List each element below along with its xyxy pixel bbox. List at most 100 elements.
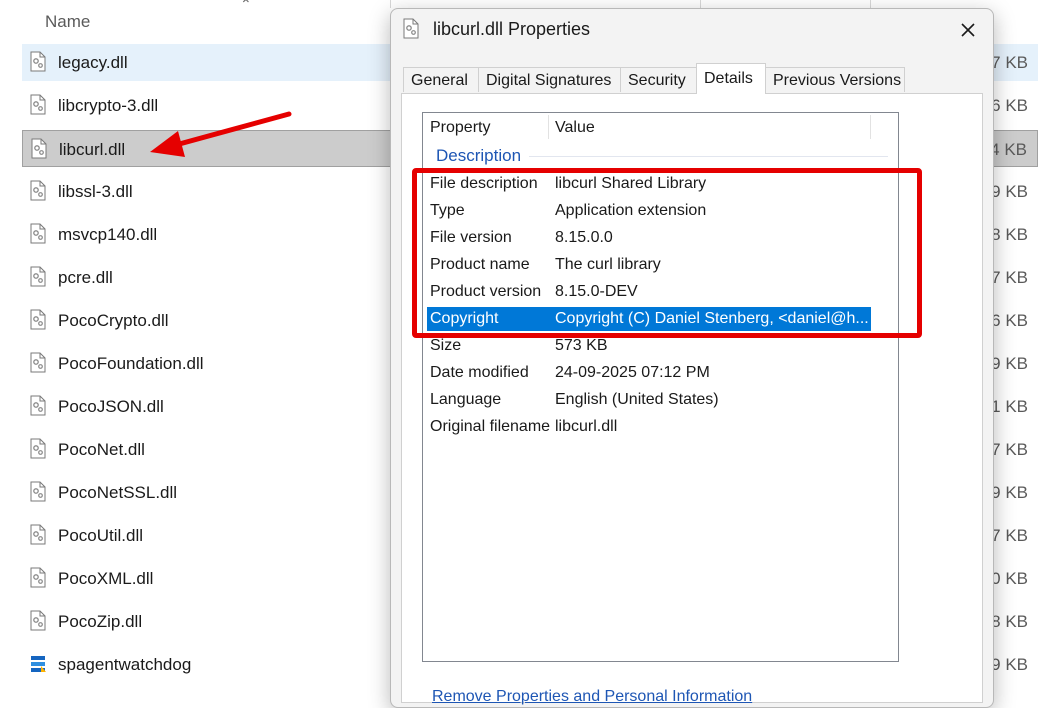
file-name: PocoNet.dll xyxy=(58,440,145,459)
list-header: Property Value xyxy=(423,113,898,141)
tab-general[interactable]: General xyxy=(403,67,479,92)
gear-file-icon xyxy=(31,138,47,159)
close-button[interactable] xyxy=(955,17,981,43)
gear-file-icon xyxy=(30,180,46,201)
gear-file-icon xyxy=(30,266,46,287)
group-description: Description xyxy=(423,143,898,169)
property-name: Language xyxy=(430,391,502,408)
gear-file-icon xyxy=(30,481,46,502)
file-size: 7 KB xyxy=(991,440,1028,459)
property-list[interactable]: Property Value Description File descript… xyxy=(422,112,899,662)
tab-details[interactable]: Details xyxy=(696,63,766,94)
file-size: 7 KB xyxy=(991,526,1028,545)
gear-file-icon xyxy=(30,309,46,330)
gear-file-icon xyxy=(30,567,46,588)
file-size: 7 KB xyxy=(991,268,1028,287)
property-name: File description xyxy=(430,175,538,192)
remove-properties-link[interactable]: Remove Properties and Personal Informati… xyxy=(432,688,752,706)
gear-file-icon xyxy=(30,94,46,115)
dialog-title: libcurl.dll Properties xyxy=(433,19,591,39)
gear-file-icon xyxy=(30,610,46,631)
close-icon xyxy=(961,23,975,37)
property-value: 573 KB xyxy=(555,337,608,354)
file-size: 7 KB xyxy=(991,53,1028,72)
column-separator[interactable] xyxy=(390,0,391,8)
property-row[interactable]: Original filename libcurl.dll xyxy=(427,415,871,439)
column-header-name[interactable]: Name xyxy=(45,12,90,32)
property-name: Product name xyxy=(430,256,530,273)
property-value: libcurl.dll xyxy=(555,418,618,435)
property-value: libcurl Shared Library xyxy=(555,175,707,192)
file-name: pcre.dll xyxy=(58,268,113,287)
property-value: English (United States) xyxy=(555,391,719,408)
property-row[interactable]: Product name The curl library xyxy=(427,253,871,277)
property-row[interactable]: File version 8.15.0.0 xyxy=(427,226,871,250)
property-name: Product version xyxy=(430,283,542,300)
property-value: 8.15.0.0 xyxy=(555,229,613,246)
sort-ascending-icon: ⌃ xyxy=(240,0,252,12)
property-value: Application extension xyxy=(555,202,707,219)
file-name: PocoUtil.dll xyxy=(58,526,144,545)
file-size: 6 KB xyxy=(991,311,1028,330)
file-name: PocoXML.dll xyxy=(58,569,154,588)
gear-file-icon xyxy=(30,395,46,416)
property-value: 24-09-2025 07:12 PM xyxy=(555,364,710,381)
header-value[interactable]: Value xyxy=(555,119,595,137)
property-value: Copyright (C) Daniel Stenberg, <daniel@h… xyxy=(555,310,869,327)
file-size: 9 KB xyxy=(991,655,1028,674)
gear-file-icon xyxy=(30,352,46,373)
file-name: msvcp140.dll xyxy=(58,225,158,244)
file-name: spagentwatchdog xyxy=(58,655,192,674)
file-size: 9 KB xyxy=(991,182,1028,201)
property-name: Type xyxy=(430,202,465,219)
gear-file-icon xyxy=(30,223,46,244)
file-size: 8 KB xyxy=(991,612,1028,631)
property-value: 8.15.0-DEV xyxy=(555,283,638,300)
file-name: libssl-3.dll xyxy=(58,182,133,201)
group-label: Description xyxy=(436,146,522,165)
header-separator[interactable] xyxy=(548,115,549,139)
dialog-titlebar[interactable]: libcurl.dll Properties xyxy=(391,9,993,53)
properties-dialog: libcurl.dll Properties General Digital S… xyxy=(390,8,994,708)
file-name: PocoJSON.dll xyxy=(58,397,164,416)
file-name: libcurl.dll xyxy=(59,140,126,159)
gear-file-icon xyxy=(30,524,46,545)
file-size: 6 KB xyxy=(991,96,1028,115)
property-row[interactable]: Date modified 24-09-2025 07:12 PM xyxy=(427,361,871,385)
file-name: PocoZip.dll xyxy=(58,612,143,631)
property-value: The curl library xyxy=(555,256,661,273)
file-size: 0 KB xyxy=(991,569,1028,588)
property-row[interactable]: File description libcurl Shared Library xyxy=(427,172,871,196)
property-name: Copyright xyxy=(430,310,499,327)
property-row[interactable]: Product version 8.15.0-DEV xyxy=(427,280,871,304)
tab-security[interactable]: Security xyxy=(620,67,697,92)
property-row[interactable]: Type Application extension xyxy=(427,199,871,223)
file-size: 1 KB xyxy=(991,397,1028,416)
tab-previous-versions[interactable]: Previous Versions xyxy=(765,67,905,92)
details-panel: Property Value Description File descript… xyxy=(401,93,983,706)
property-row-selected[interactable]: Copyright Copyright (C) Daniel Stenberg,… xyxy=(427,307,871,331)
property-row[interactable]: Language English (United States) xyxy=(427,388,871,412)
file-size: 9 KB xyxy=(991,483,1028,502)
column-separator[interactable] xyxy=(700,0,701,8)
gear-file-icon xyxy=(403,18,419,39)
app-file-icon xyxy=(31,656,46,672)
tab-digital-signatures[interactable]: Digital Signatures xyxy=(478,67,621,92)
column-separator[interactable] xyxy=(870,0,871,8)
file-size: 9 KB xyxy=(991,354,1028,373)
file-size: 4 KB xyxy=(990,140,1027,159)
gear-file-icon xyxy=(30,51,46,72)
file-name: PocoFoundation.dll xyxy=(58,354,204,373)
file-name: libcrypto-3.dll xyxy=(58,96,159,115)
file-name: PocoNetSSL.dll xyxy=(58,483,178,502)
file-name: legacy.dll xyxy=(58,53,128,72)
property-row[interactable]: Size 573 KB xyxy=(427,334,871,358)
property-name: Date modified xyxy=(430,364,529,381)
file-name: PocoCrypto.dll xyxy=(58,311,169,330)
property-name: File version xyxy=(430,229,512,246)
header-property[interactable]: Property xyxy=(430,119,490,137)
gear-file-icon xyxy=(30,438,46,459)
header-separator[interactable] xyxy=(870,115,871,139)
property-name: Size xyxy=(430,337,462,354)
group-divider xyxy=(529,156,888,157)
